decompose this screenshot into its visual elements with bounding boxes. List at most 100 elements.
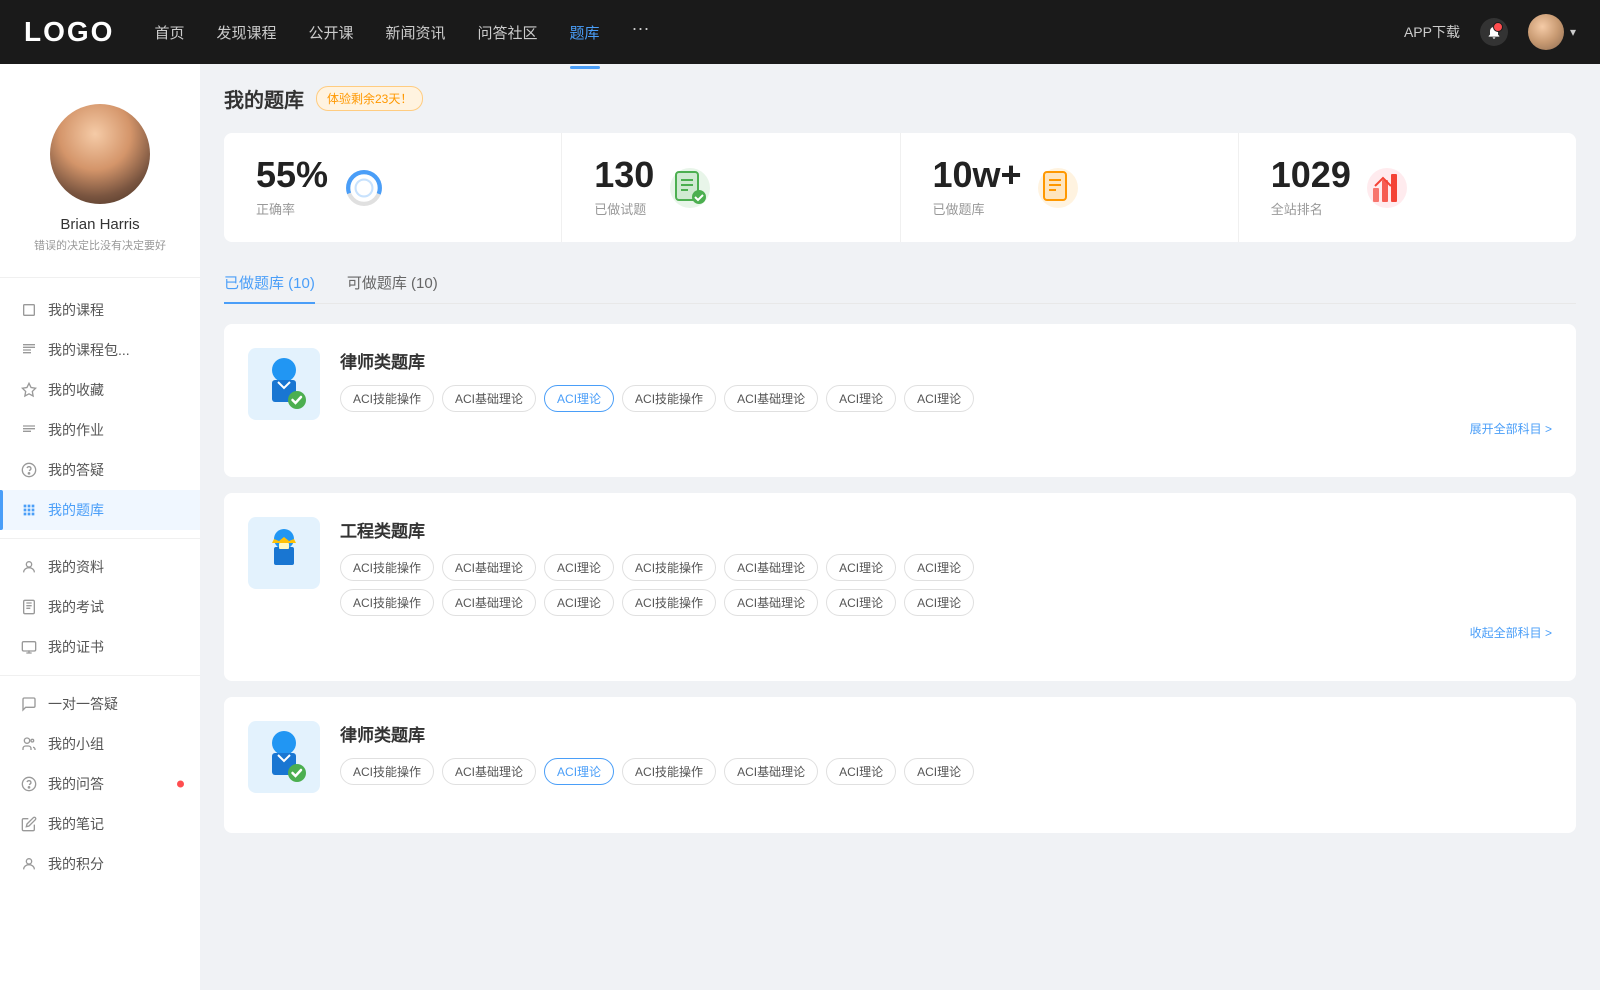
sidebar-item-questions[interactable]: 我的问答: [0, 764, 200, 804]
accuracy-icon: [344, 168, 384, 208]
sidebar-divider2: [0, 538, 200, 539]
profile-avatar: [50, 104, 150, 204]
tag-1-10[interactable]: ACI技能操作: [622, 589, 716, 616]
tag-1-12[interactable]: ACI理论: [826, 589, 896, 616]
tag-1-1[interactable]: ACI基础理论: [442, 554, 536, 581]
nav: 首页 发现课程 公开课 新闻资讯 问答社区 题库 ···: [154, 18, 1404, 47]
sidebar-item-favorites[interactable]: 我的收藏: [0, 370, 200, 410]
sidebar-label-course-pack: 我的课程包...: [48, 340, 130, 360]
sidebar-item-points[interactable]: 我的积分: [0, 844, 200, 884]
stat-rank: 1029 全站排名: [1239, 133, 1576, 242]
stat-done-questions-label: 已做试题: [594, 199, 654, 218]
nav-home[interactable]: 首页: [154, 18, 184, 47]
tag-0-1[interactable]: ACI基础理论: [442, 385, 536, 412]
tag-0-3[interactable]: ACI技能操作: [622, 385, 716, 412]
exam-icon: [20, 598, 38, 616]
done-banks-icon: [1038, 168, 1078, 208]
tag-1-3[interactable]: ACI技能操作: [622, 554, 716, 581]
expand-link-0[interactable]: 展开全部科目 >: [340, 420, 1552, 437]
tag-1-0[interactable]: ACI技能操作: [340, 554, 434, 581]
tag-1-13[interactable]: ACI理论: [904, 589, 974, 616]
courses-icon: [20, 301, 38, 319]
tag-2-5[interactable]: ACI理论: [826, 758, 896, 785]
sidebar-item-homework[interactable]: 我的作业: [0, 410, 200, 450]
sidebar-item-certificate[interactable]: 我的证书: [0, 627, 200, 667]
stat-rank-label: 全站排名: [1271, 199, 1351, 218]
tag-1-5[interactable]: ACI理论: [826, 554, 896, 581]
page-title: 我的题库: [224, 84, 304, 113]
nav-more[interactable]: ···: [632, 18, 650, 47]
sidebar-item-qbank[interactable]: 我的题库: [0, 490, 200, 530]
tag-2-6[interactable]: ACI理论: [904, 758, 974, 785]
sidebar-divider3: [0, 675, 200, 676]
homework-icon: [20, 421, 38, 439]
nav-qa[interactable]: 问答社区: [478, 18, 538, 47]
tag-1-2[interactable]: ACI理论: [544, 554, 614, 581]
tag-2-0[interactable]: ACI技能操作: [340, 758, 434, 785]
sidebar-menu: 我的课程 我的课程包... 我的收藏 我的作业: [0, 286, 200, 888]
stat-accuracy-number: 55%: [256, 157, 328, 193]
tabs: 已做题库 (10) 可做题库 (10): [224, 262, 1576, 304]
tag-1-7[interactable]: ACI技能操作: [340, 589, 434, 616]
expand-link-1[interactable]: 收起全部科目 >: [340, 624, 1552, 641]
qbank-card-0-title: 律师类题库: [340, 348, 1552, 373]
sidebar-item-courses[interactable]: 我的课程: [0, 290, 200, 330]
logo: LOGO: [24, 16, 114, 48]
qbank-card-1-info: 工程类题库 ACI技能操作 ACI基础理论 ACI理论 ACI技能操作 ACI基…: [340, 517, 1552, 641]
stat-accuracy-label: 正确率: [256, 199, 328, 218]
tag-2-4[interactable]: ACI基础理论: [724, 758, 818, 785]
tag-0-6[interactable]: ACI理论: [904, 385, 974, 412]
sidebar-item-notes[interactable]: 我的笔记: [0, 804, 200, 844]
profile-motto: 错误的决定比没有决定要好: [34, 237, 166, 253]
profile-name: Brian Harris: [60, 216, 139, 233]
sidebar-label-qbank: 我的题库: [48, 500, 104, 520]
engineer-icon: [254, 523, 314, 583]
qbank-card-2: 律师类题库 ACI技能操作 ACI基础理论 ACI理论 ACI技能操作 ACI基…: [224, 697, 1576, 833]
tag-2-1[interactable]: ACI基础理论: [442, 758, 536, 785]
sidebar-label-homework: 我的作业: [48, 420, 104, 440]
tag-0-5[interactable]: ACI理论: [826, 385, 896, 412]
tag-0-4[interactable]: ACI基础理论: [724, 385, 818, 412]
rank-icon: [1367, 168, 1407, 208]
sidebar: Brian Harris 错误的决定比没有决定要好 我的课程 我的课程包...: [0, 64, 200, 990]
avatar-image: [1528, 14, 1564, 50]
sidebar-item-1on1[interactable]: 一对一答疑: [0, 684, 200, 724]
stat-rank-number: 1029: [1271, 157, 1351, 193]
nav-discover[interactable]: 发现课程: [216, 18, 276, 47]
tag-2-2[interactable]: ACI理论: [544, 758, 614, 785]
tab-available[interactable]: 可做题库 (10): [347, 262, 438, 303]
sidebar-item-profile[interactable]: 我的资料: [0, 547, 200, 587]
header-right: APP下载 ▾: [1404, 14, 1576, 50]
sidebar-item-course-pack[interactable]: 我的课程包...: [0, 330, 200, 370]
sidebar-item-exam[interactable]: 我的考试: [0, 587, 200, 627]
tag-1-11[interactable]: ACI基础理论: [724, 589, 818, 616]
sidebar-item-group[interactable]: 我的小组: [0, 724, 200, 764]
tag-0-0[interactable]: ACI技能操作: [340, 385, 434, 412]
tag-1-4[interactable]: ACI基础理论: [724, 554, 818, 581]
tag-1-8[interactable]: ACI基础理论: [442, 589, 536, 616]
tab-done[interactable]: 已做题库 (10): [224, 262, 315, 303]
qbank-card-1-title: 工程类题库: [340, 517, 1552, 542]
page-header: 我的题库 体验剩余23天！: [224, 84, 1576, 113]
nav-qbank[interactable]: 题库: [570, 18, 600, 47]
qbank-avatar-engineer: [248, 517, 320, 589]
chevron-down-icon: ▾: [1570, 25, 1576, 39]
sidebar-item-my-qa[interactable]: 我的答疑: [0, 450, 200, 490]
nav-news[interactable]: 新闻资讯: [386, 18, 446, 47]
tag-1-6[interactable]: ACI理论: [904, 554, 974, 581]
user-menu[interactable]: ▾: [1528, 14, 1576, 50]
tag-1-9[interactable]: ACI理论: [544, 589, 614, 616]
tag-2-3[interactable]: ACI技能操作: [622, 758, 716, 785]
doc-green-icon: [672, 170, 708, 206]
notification-bell[interactable]: [1480, 18, 1508, 46]
notes-icon: [20, 815, 38, 833]
app-download-button[interactable]: APP下载: [1404, 22, 1460, 42]
stat-done-questions: 130 已做试题: [562, 133, 900, 242]
chart-red-icon: [1369, 170, 1405, 206]
tag-0-2[interactable]: ACI理论: [544, 385, 614, 412]
questions-icon: [20, 775, 38, 793]
sidebar-label-1on1: 一对一答疑: [48, 694, 118, 714]
nav-opencourse[interactable]: 公开课: [308, 18, 353, 47]
main-layout: Brian Harris 错误的决定比没有决定要好 我的课程 我的课程包...: [0, 0, 1600, 990]
sidebar-label-my-qa: 我的答疑: [48, 460, 104, 480]
